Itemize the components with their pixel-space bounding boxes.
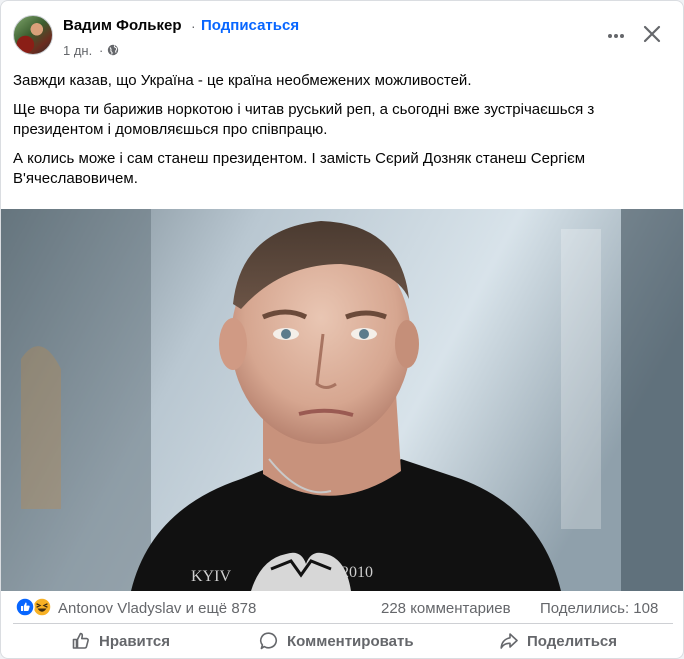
post-text: Завжди казав, що Україна - це країна нео… [13, 71, 673, 198]
globe-icon [107, 44, 119, 56]
post-paragraph: А колись може і сам станеш президентом. … [13, 150, 586, 187]
close-icon[interactable] [641, 23, 663, 45]
author-name[interactable]: Вадим Фолькер [63, 17, 182, 34]
subscribe-link[interactable]: Подписаться [201, 17, 299, 34]
comment-button-label: Комментировать [287, 632, 414, 650]
post-paragraph: Ще вчора ти барижив норкотою і читав рус… [13, 101, 595, 138]
share-icon [500, 633, 518, 649]
time-separator-dot: · [99, 43, 104, 58]
comment-button[interactable]: Комментировать [259, 625, 414, 657]
shares-count-link[interactable]: Поделились: 108 [540, 600, 658, 617]
post-photo[interactable]: KYIV 2010 [1, 209, 684, 591]
separator-dot: · [191, 18, 196, 34]
like-button[interactable]: Нравится [71, 625, 170, 657]
post-header: Вадим Фолькер · Подписаться 1 дн. · [1, 1, 683, 67]
more-icon[interactable] [605, 25, 627, 47]
divider [13, 623, 673, 624]
reactions-bar: Antonov Vladyslav и ещё 878 228 коммента… [1, 597, 683, 621]
reactors-link[interactable]: Antonov Vladyslav и ещё 878 [58, 600, 256, 617]
comment-icon [259, 632, 278, 650]
post-paragraph: Завжди казав, що Україна - це країна нео… [13, 72, 472, 89]
comments-count-link[interactable]: 228 комментариев [381, 600, 511, 617]
post-card: Вадим Фолькер · Подписаться 1 дн. · Завж… [0, 0, 684, 659]
like-reaction-icon[interactable] [15, 597, 35, 617]
share-button[interactable]: Поделиться [499, 625, 617, 657]
avatar[interactable] [13, 15, 53, 55]
thumbs-up-icon [72, 632, 89, 649]
shirt-text-left: KYIV [191, 568, 231, 585]
like-button-label: Нравится [99, 632, 171, 650]
post-time[interactable]: 1 дн. [63, 43, 92, 58]
post-actions: Нравится Комментировать Поделиться [1, 625, 683, 658]
share-button-label: Поделиться [527, 632, 618, 650]
haha-reaction-icon[interactable] [32, 597, 52, 617]
